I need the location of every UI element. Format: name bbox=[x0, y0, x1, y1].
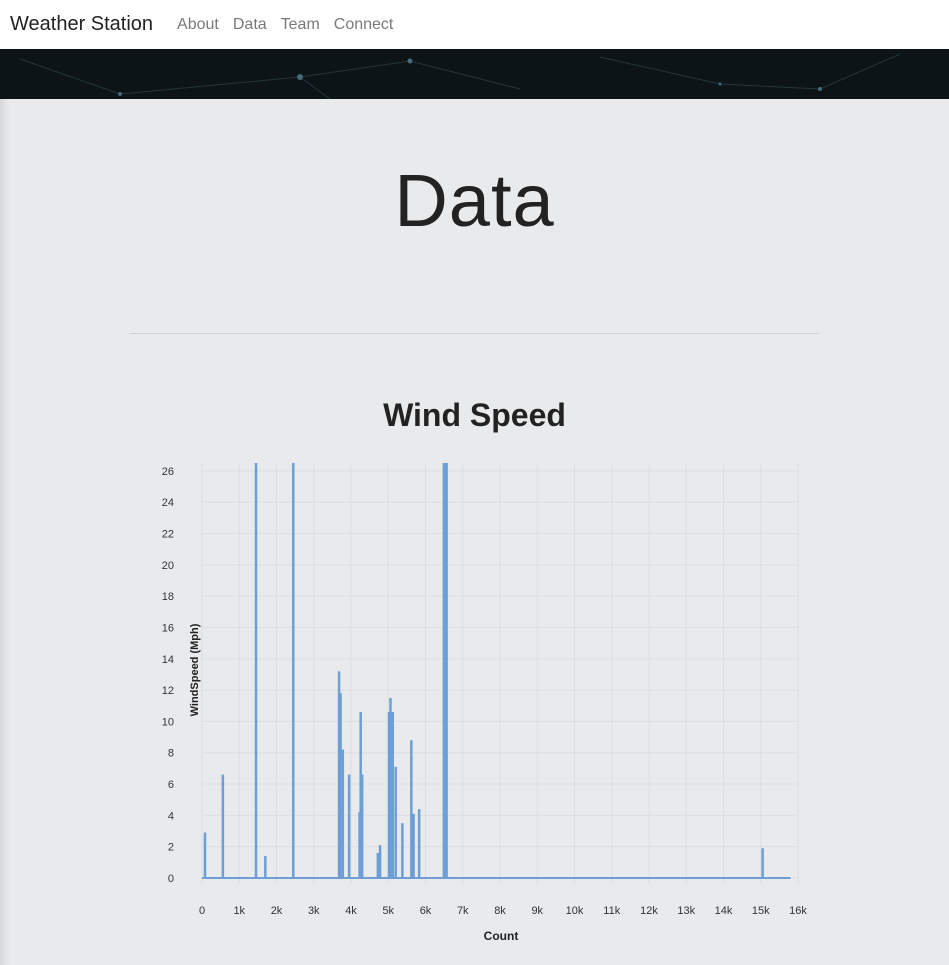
bar bbox=[391, 712, 394, 878]
bar bbox=[341, 749, 345, 878]
y-tick-label: 6 bbox=[168, 779, 174, 791]
y-tick-label: 22 bbox=[162, 528, 174, 540]
y-tick-label: 2 bbox=[168, 842, 174, 854]
bar bbox=[221, 774, 225, 878]
bar bbox=[401, 823, 404, 878]
y-tick-label: 10 bbox=[162, 716, 174, 728]
x-tick-label: 7k bbox=[457, 905, 469, 917]
x-tick-label: 2k bbox=[271, 905, 283, 917]
y-tick-label: 20 bbox=[162, 560, 174, 572]
y-tick-label: 16 bbox=[162, 622, 174, 634]
y-axis-ticks: 02468101214161820222426 bbox=[162, 466, 174, 885]
x-tick-label: 6k bbox=[420, 905, 432, 917]
x-axis-label: Count bbox=[484, 929, 519, 943]
nav-about-link[interactable]: About bbox=[177, 16, 219, 34]
x-tick-label: 4k bbox=[345, 905, 357, 917]
page-title: Data bbox=[394, 159, 555, 242]
x-tick-label: 1k bbox=[233, 905, 245, 917]
x-tick-label: 14k bbox=[715, 905, 733, 917]
x-tick-label: 16k bbox=[789, 905, 807, 917]
chart-title: Wind Speed bbox=[383, 397, 566, 433]
y-tick-label: 24 bbox=[162, 497, 174, 509]
y-tick-label: 4 bbox=[168, 810, 174, 822]
x-tick-label: 9k bbox=[531, 905, 543, 917]
bar bbox=[389, 697, 392, 878]
bar bbox=[292, 463, 295, 878]
y-tick-label: 8 bbox=[168, 748, 174, 760]
bar bbox=[412, 813, 415, 878]
x-tick-label: 5k bbox=[382, 905, 394, 917]
x-tick-label: 12k bbox=[640, 905, 658, 917]
wind-speed-chart: 02468101214161820222426 0 1k 2k 3k 4k 5k 6k 7k 8… bbox=[162, 463, 807, 943]
bar bbox=[339, 693, 342, 878]
x-tick-label: 13k bbox=[677, 905, 695, 917]
brand-link[interactable]: Weather Station bbox=[10, 13, 153, 36]
bar bbox=[264, 856, 267, 878]
network-pattern-decoration bbox=[19, 53, 901, 99]
y-tick-label: 12 bbox=[162, 685, 174, 697]
x-tick-label: 8k bbox=[494, 905, 506, 917]
bar bbox=[376, 852, 380, 878]
y-tick-label: 0 bbox=[168, 873, 174, 885]
bar bbox=[203, 832, 207, 878]
bar bbox=[394, 766, 397, 878]
x-tick-label: 10k bbox=[566, 905, 584, 917]
y-tick-label: 26 bbox=[162, 466, 174, 478]
bar bbox=[761, 848, 764, 878]
x-tick-label: 0 bbox=[199, 905, 205, 917]
bar bbox=[254, 463, 258, 878]
y-tick-label: 14 bbox=[162, 654, 174, 666]
bar bbox=[347, 774, 351, 878]
x-axis-ticks: 0 1k 2k 3k 4k 5k 6k 7k 8k 9k 10k 11k 12k 13k 14k 15k 16k bbox=[199, 905, 807, 917]
section-divider bbox=[129, 333, 819, 334]
chart-grid bbox=[201, 463, 799, 884]
bar bbox=[378, 845, 382, 878]
navbar: Weather Station About Data Team Connect bbox=[0, 0, 949, 49]
nav-data-link[interactable]: Data bbox=[233, 16, 267, 34]
y-axis-label: WindSpeed (Mph) bbox=[189, 623, 201, 716]
bar bbox=[410, 740, 413, 878]
bar bbox=[360, 774, 364, 878]
bar bbox=[417, 809, 421, 878]
bar bbox=[444, 463, 448, 878]
header-banner bbox=[0, 49, 949, 99]
nav-team-link[interactable]: Team bbox=[281, 16, 320, 34]
nav-connect-link[interactable]: Connect bbox=[334, 16, 394, 34]
x-tick-label: 15k bbox=[752, 905, 770, 917]
x-tick-label: 3k bbox=[308, 905, 320, 917]
x-tick-label: 11k bbox=[603, 905, 620, 917]
y-tick-label: 18 bbox=[162, 591, 174, 603]
